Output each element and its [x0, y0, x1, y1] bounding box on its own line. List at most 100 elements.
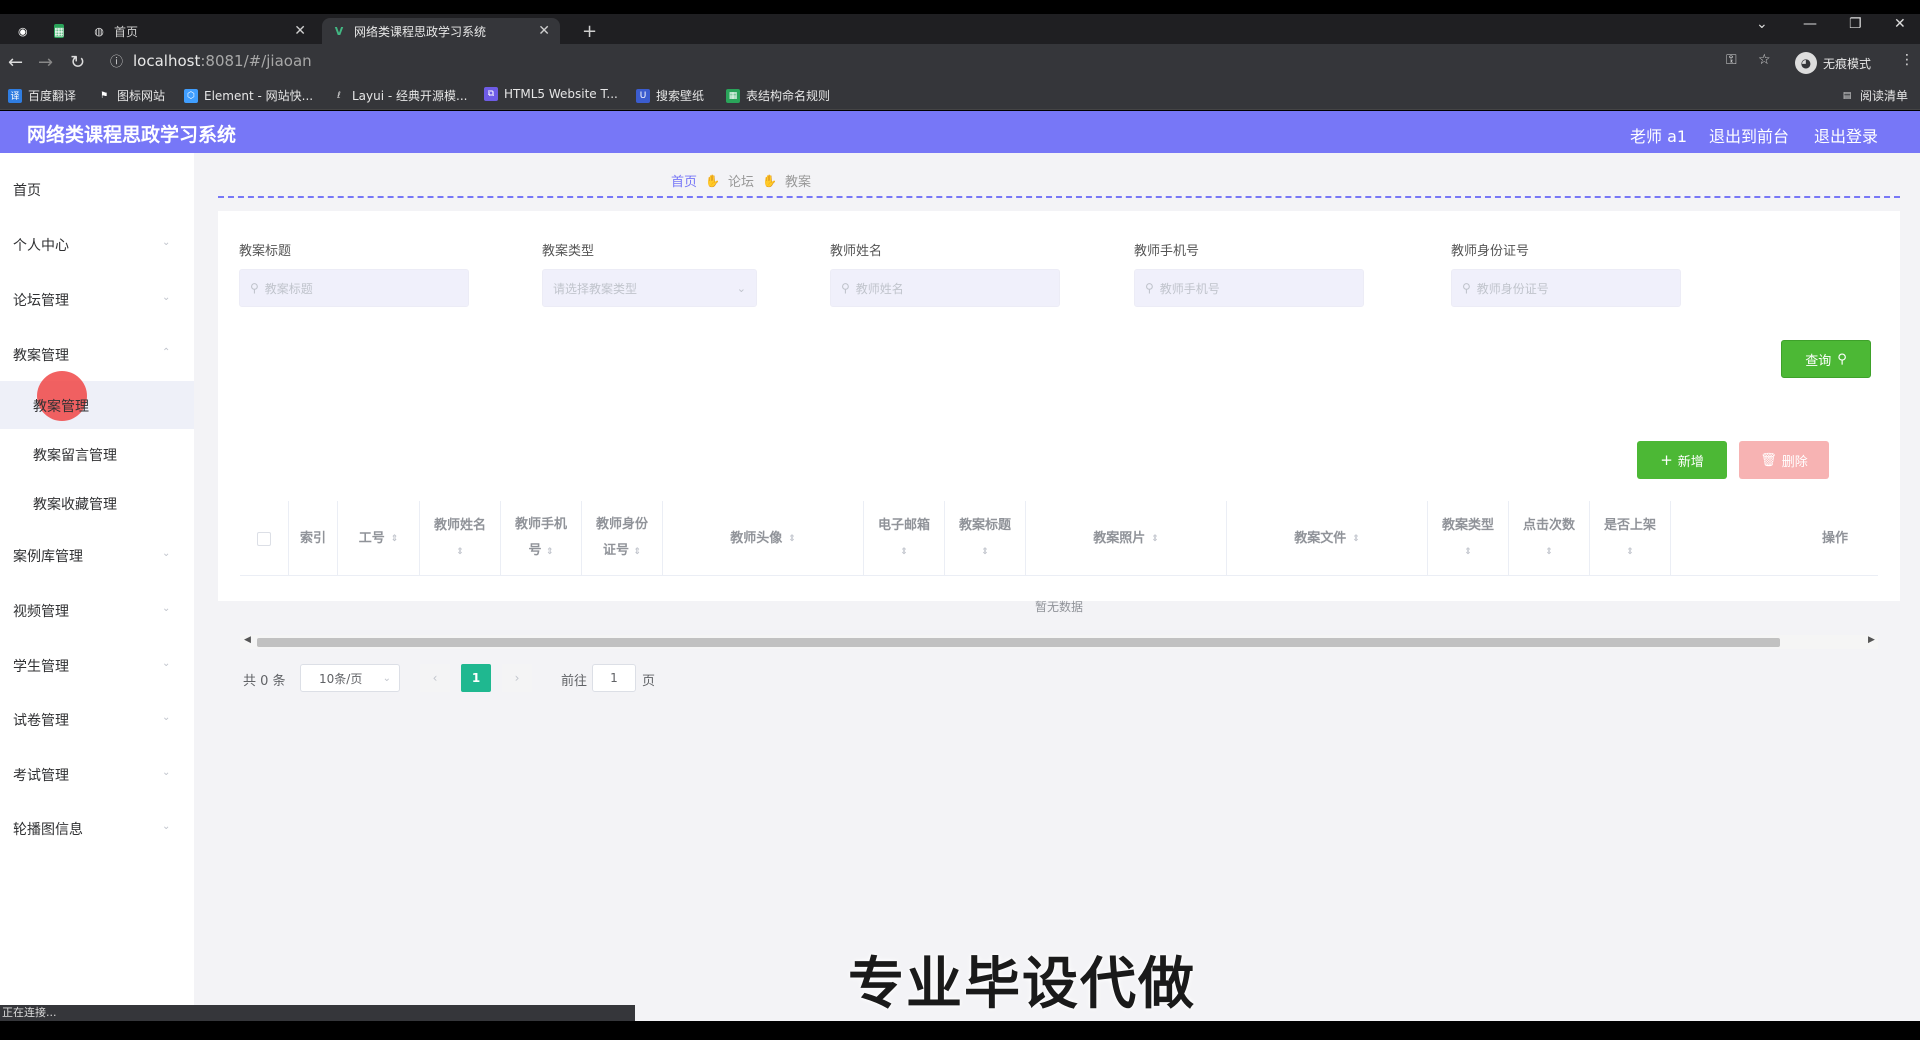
- star-icon[interactable]: ☆: [1758, 52, 1771, 68]
- bookmark-item[interactable]: ▦ 表结构命名规则: [726, 87, 830, 104]
- type-select[interactable]: 请选择教案类型 ⌄: [542, 269, 757, 307]
- sort-icon[interactable]: ⇕: [1626, 539, 1634, 565]
- bookmark-item[interactable]: ⧉ HTML5 Website T...: [484, 87, 618, 101]
- chevron-down-icon: ⌄: [162, 658, 171, 669]
- col-teacher-phone[interactable]: 教师手机号 ⇕: [501, 501, 582, 576]
- bookmark-item[interactable]: ℓ Layui - 经典开源模...: [332, 87, 467, 104]
- query-button[interactable]: 查询 ⚲: [1781, 340, 1871, 378]
- app-title: 网络类课程思政学习系统: [27, 124, 237, 146]
- sort-icon[interactable]: ⇕: [981, 539, 989, 565]
- sort-icon[interactable]: ⇕: [1352, 526, 1360, 552]
- restore-icon[interactable]: ❐: [1849, 16, 1862, 32]
- sidebar-item-papers[interactable]: 试卷管理: [13, 710, 69, 730]
- sidebar-subitem-lesson-plans[interactable]: 教案管理: [33, 396, 89, 416]
- col-job-number[interactable]: 工号 ⇕: [338, 501, 420, 576]
- col-email[interactable]: 电子邮箱 ⇕: [864, 501, 945, 576]
- teacher-id-input[interactable]: ⚲ 教师身份证号: [1451, 269, 1681, 307]
- scroll-right-icon[interactable]: ▶: [1868, 635, 1875, 645]
- page-number-current[interactable]: 1: [461, 664, 491, 692]
- col-lesson-photo[interactable]: 教案照片 ⇕: [1026, 501, 1227, 576]
- active-submenu-highlight: [0, 381, 194, 429]
- minimize-icon[interactable]: —: [1803, 16, 1817, 32]
- tab-home[interactable]: ◍ 首页 ✕: [82, 18, 316, 44]
- bookmark-label: 表结构命名规则: [746, 89, 831, 103]
- sidebar-item-profile[interactable]: 个人中心: [13, 235, 69, 255]
- col-teacher-avatar[interactable]: 教师头像 ⇕: [663, 501, 864, 576]
- logout-link[interactable]: 退出登录: [1814, 123, 1878, 147]
- back-icon[interactable]: ←: [8, 52, 23, 73]
- sort-icon[interactable]: ⇕: [1545, 539, 1553, 565]
- breadcrumb-current: 教案: [784, 175, 811, 190]
- sort-icon[interactable]: ⇕: [456, 539, 464, 565]
- col-lesson-title[interactable]: 教案标题 ⇕: [945, 501, 1026, 576]
- chevron-down-icon: ⌄: [162, 821, 171, 832]
- sidebar-subitem-lesson-comments[interactable]: 教案留言管理: [33, 445, 117, 465]
- key-icon[interactable]: ⚿: [1726, 52, 1737, 68]
- breadcrumb-home[interactable]: 首页: [671, 171, 697, 190]
- scroll-left-icon[interactable]: ◀: [244, 635, 251, 645]
- teacher-name-input[interactable]: ⚲ 教师姓名: [830, 269, 1060, 307]
- bookmark-label: 图标网站: [117, 89, 166, 103]
- tab-system[interactable]: V 网络类课程思政学习系统 ✕: [322, 18, 560, 44]
- bookmark-label: Element - 网站快...: [204, 89, 314, 103]
- reading-list[interactable]: ▤ 阅读清单: [1840, 87, 1908, 104]
- bookmark-item[interactable]: ⬡ Element - 网站快...: [184, 87, 313, 104]
- sort-icon[interactable]: ⇕: [788, 526, 796, 552]
- forward-icon[interactable]: →: [38, 52, 53, 73]
- next-page-icon[interactable]: ›: [502, 664, 532, 692]
- bookmark-item[interactable]: ⚑ 图标网站: [97, 87, 165, 104]
- sidebar-item-lesson-plans[interactable]: 教案管理: [13, 345, 69, 365]
- sort-icon[interactable]: ⇕: [391, 526, 399, 552]
- title-search-input[interactable]: ⚲ 教案标题: [239, 269, 469, 307]
- delete-button[interactable]: 🗑 删除: [1739, 441, 1829, 479]
- reload-icon[interactable]: ↻: [70, 52, 85, 73]
- col-lesson-file[interactable]: 教案文件 ⇕: [1227, 501, 1428, 576]
- breadcrumb-forum[interactable]: 论坛: [728, 171, 754, 190]
- close-window-icon[interactable]: ✕: [1894, 16, 1906, 32]
- status-bar: 正在连接...: [0, 1005, 635, 1021]
- user-name[interactable]: 老师 a1: [1630, 123, 1687, 147]
- url-field[interactable]: ⓘ localhost:8081/#/jiaoan: [110, 51, 312, 71]
- total-count: 共 0 条: [243, 674, 286, 689]
- add-button[interactable]: + 新增: [1637, 441, 1727, 479]
- bookmark-item[interactable]: U 搜索壁纸: [636, 87, 704, 104]
- teacher-phone-input[interactable]: ⚲ 教师手机号: [1134, 269, 1364, 307]
- sort-icon[interactable]: ⇕: [1151, 526, 1159, 552]
- more-icon[interactable]: ⋮: [1900, 52, 1914, 68]
- close-tab-icon[interactable]: ✕: [538, 23, 550, 39]
- prev-page-icon[interactable]: ‹: [420, 664, 450, 692]
- url-host: localhost: [133, 51, 201, 70]
- tab-search-icon[interactable]: ⌄: [1756, 16, 1768, 32]
- exit-front-link[interactable]: 退出到前台: [1709, 123, 1789, 147]
- new-tab-icon[interactable]: +: [572, 18, 602, 44]
- select-all-checkbox[interactable]: [257, 531, 271, 546]
- sort-icon[interactable]: ⇕: [634, 547, 642, 557]
- sort-icon[interactable]: ⇕: [900, 539, 908, 565]
- tab-pinned[interactable]: ▦: [44, 18, 74, 44]
- browser-menu-icon[interactable]: ◉: [8, 18, 40, 44]
- col-teacher-name[interactable]: 教师姓名 ⇕: [420, 501, 501, 576]
- col-lesson-type[interactable]: 教案类型 ⇕: [1428, 501, 1509, 576]
- goto-page-input[interactable]: 1: [592, 664, 636, 692]
- scrollbar-thumb[interactable]: [257, 638, 1780, 647]
- col-click-count[interactable]: 点击次数 ⇕: [1509, 501, 1590, 576]
- filter-label: 教案类型: [542, 244, 595, 259]
- filter-label: 教师手机号: [1134, 244, 1200, 259]
- sidebar-item-case-library[interactable]: 案例库管理: [13, 546, 83, 566]
- page-size-select[interactable]: 10条/页 ⌄: [300, 664, 400, 692]
- sidebar-item-home[interactable]: 首页: [13, 180, 41, 200]
- incognito-badge[interactable]: ◕ 无痕模式: [1795, 52, 1871, 74]
- bookmark-item[interactable]: 译百度翻译: [8, 87, 76, 104]
- sort-icon[interactable]: ⇕: [1464, 539, 1472, 565]
- sidebar-item-videos[interactable]: 视频管理: [13, 601, 69, 621]
- sidebar-subitem-lesson-favorites[interactable]: 教案收藏管理: [33, 494, 117, 514]
- sidebar-item-exams[interactable]: 考试管理: [13, 765, 69, 785]
- globe-icon: ◍: [94, 24, 104, 38]
- col-teacher-id[interactable]: 教师身份 证号 ⇕: [582, 501, 663, 576]
- sort-icon[interactable]: ⇕: [546, 547, 554, 557]
- close-tab-icon[interactable]: ✕: [294, 23, 306, 39]
- sidebar-item-forum[interactable]: 论坛管理: [13, 290, 69, 310]
- col-published[interactable]: 是否上架 ⇕: [1590, 501, 1671, 576]
- sidebar-item-students[interactable]: 学生管理: [13, 656, 69, 676]
- sidebar-item-carousel[interactable]: 轮播图信息: [13, 819, 83, 839]
